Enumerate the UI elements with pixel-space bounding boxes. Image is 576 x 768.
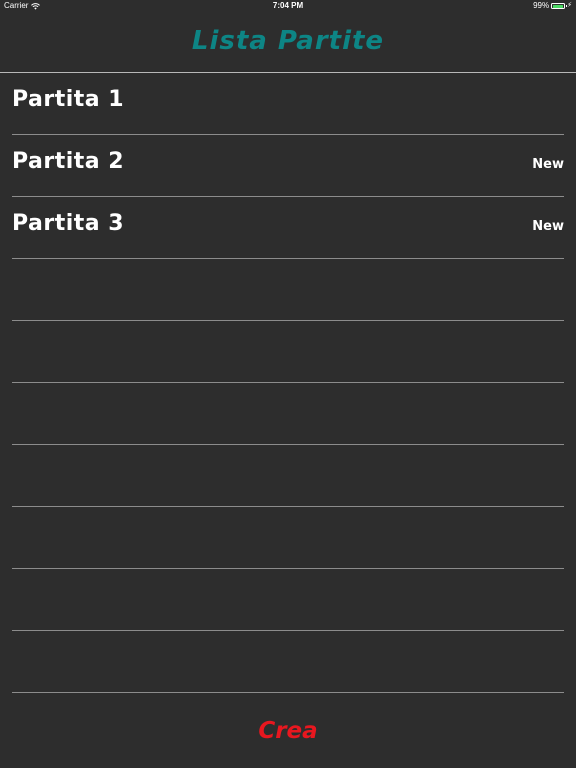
empty-list-row bbox=[0, 631, 576, 693]
battery-fill bbox=[552, 4, 564, 8]
page-title: Lista Partite bbox=[191, 26, 385, 56]
empty-list-row bbox=[0, 259, 576, 321]
list-item-title: Partita 2 bbox=[12, 149, 125, 174]
battery-icon bbox=[551, 3, 568, 9]
bolt-icon: ⚡︎ bbox=[567, 2, 572, 9]
empty-list-row bbox=[0, 569, 576, 631]
battery-percent: 99% bbox=[533, 1, 550, 10]
new-badge: New bbox=[532, 157, 564, 172]
status-right: 99% ⚡︎ bbox=[533, 0, 572, 12]
match-list: Partita 1 Partita 2 New Partita 3 New bbox=[0, 73, 576, 693]
list-item-title: Partita 1 bbox=[12, 87, 125, 112]
list-item[interactable]: Partita 1 bbox=[0, 73, 576, 135]
empty-list-row bbox=[0, 321, 576, 383]
new-badge: New bbox=[532, 219, 564, 234]
empty-list-row bbox=[0, 383, 576, 445]
list-item-title: Partita 3 bbox=[12, 211, 125, 236]
status-time: 7:04 PM bbox=[272, 1, 304, 10]
list-item[interactable]: Partita 3 New bbox=[0, 197, 576, 259]
create-button[interactable]: Crea bbox=[0, 718, 576, 744]
empty-list-row bbox=[0, 445, 576, 507]
list-item[interactable]: Partita 2 New bbox=[0, 135, 576, 197]
status-bar: Carrier 7:04 PM 99% ⚡︎ bbox=[0, 0, 576, 12]
empty-list-row bbox=[0, 507, 576, 569]
navigation-bar: Lista Partite bbox=[0, 12, 576, 73]
